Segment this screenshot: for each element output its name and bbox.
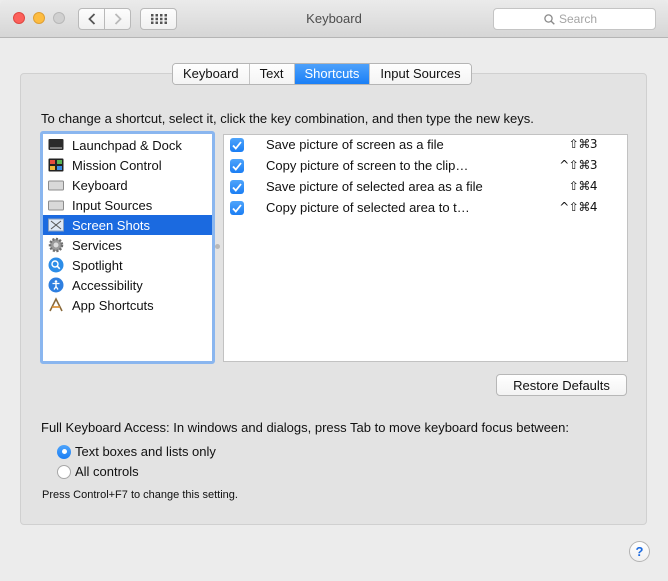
- split-view-divider[interactable]: [215, 244, 220, 249]
- shortcut-name: Save picture of screen as a file: [266, 137, 444, 152]
- mission-control-icon: [48, 157, 64, 173]
- category-label: App Shortcuts: [72, 297, 154, 313]
- help-button[interactable]: ?: [629, 541, 650, 562]
- shortcut-keys[interactable]: ^⇧⌘3: [559, 158, 597, 172]
- category-item-input-sources[interactable]: Input Sources: [43, 195, 212, 215]
- category-item-launchpad-dock[interactable]: Launchpad & Dock: [43, 135, 212, 155]
- shortcut-checkbox[interactable]: [230, 201, 244, 215]
- category-item-screen-shots[interactable]: Screen Shots: [43, 215, 212, 235]
- screen-shots-icon: [48, 217, 64, 233]
- gear-icon: [48, 237, 64, 253]
- search-input[interactable]: [559, 12, 605, 26]
- shortcut-keys[interactable]: ⇧⌘3: [569, 137, 598, 151]
- shortcut-list[interactable]: Save picture of screen as a file ⇧⌘3 Cop…: [223, 134, 628, 362]
- shortcut-name: Save picture of selected area as a file: [266, 179, 483, 194]
- search-icon: [544, 13, 555, 25]
- shortcut-name: Copy picture of selected area to t…: [266, 200, 470, 215]
- radio-all-controls[interactable]: All controls: [57, 464, 139, 479]
- checkmark-icon: [232, 182, 242, 192]
- shortcut-checkbox[interactable]: [230, 159, 244, 173]
- category-item-accessibility[interactable]: Accessibility: [43, 275, 212, 295]
- launchpad-icon: [48, 137, 64, 153]
- category-label: Accessibility: [72, 277, 143, 293]
- tab-bar: Keyboard Text Shortcuts Input Sources: [172, 63, 472, 85]
- shortcut-row[interactable]: Copy picture of selected area to t… ^⇧⌘4: [224, 198, 627, 219]
- instructions-text: To change a shortcut, select it, click t…: [41, 111, 534, 126]
- category-list[interactable]: Launchpad & Dock Mission Control Keyboar…: [40, 131, 215, 364]
- input-sources-icon: [48, 197, 64, 213]
- checkmark-icon: [232, 140, 242, 150]
- category-label: Launchpad & Dock: [72, 137, 182, 153]
- category-item-services[interactable]: Services: [43, 235, 212, 255]
- category-item-mission-control[interactable]: Mission Control: [43, 155, 212, 175]
- category-label: Mission Control: [72, 157, 162, 173]
- keyboard-preferences-window: Keyboard Keyboard Text Shortcuts Input S…: [0, 0, 668, 581]
- radio-label: Text boxes and lists only: [75, 444, 216, 459]
- tab-shortcuts[interactable]: Shortcuts: [294, 64, 371, 84]
- category-item-app-shortcuts[interactable]: App Shortcuts: [43, 295, 212, 315]
- radio-label: All controls: [75, 464, 139, 479]
- shortcut-keys[interactable]: ^⇧⌘4: [559, 200, 597, 214]
- shortcut-row[interactable]: Save picture of screen as a file ⇧⌘3: [224, 135, 627, 156]
- tab-input-sources[interactable]: Input Sources: [370, 64, 471, 84]
- checkmark-icon: [232, 203, 242, 213]
- keyboard-icon: [48, 177, 64, 193]
- search-field[interactable]: [493, 8, 656, 30]
- shortcut-checkbox[interactable]: [230, 138, 244, 152]
- spotlight-icon: [48, 257, 64, 273]
- category-label: Keyboard: [72, 177, 128, 193]
- restore-defaults-button[interactable]: Restore Defaults: [496, 374, 627, 396]
- category-label: Input Sources: [72, 197, 153, 213]
- shortcut-row[interactable]: Save picture of selected area as a file …: [224, 177, 627, 198]
- title-bar: Keyboard: [0, 0, 668, 38]
- full-keyboard-access-label: Full Keyboard Access: In windows and dia…: [41, 420, 569, 435]
- category-label: Services: [72, 237, 122, 253]
- shortcut-checkbox[interactable]: [230, 180, 244, 194]
- shortcut-keys[interactable]: ⇧⌘4: [569, 179, 598, 193]
- radio-button-selected[interactable]: [57, 444, 71, 459]
- category-item-keyboard[interactable]: Keyboard: [43, 175, 212, 195]
- radio-text-boxes-and-lists[interactable]: Text boxes and lists only: [57, 444, 216, 459]
- tab-text[interactable]: Text: [249, 64, 295, 84]
- category-label: Screen Shots: [72, 217, 151, 233]
- category-item-spotlight[interactable]: Spotlight: [43, 255, 212, 275]
- tab-keyboard[interactable]: Keyboard: [173, 64, 250, 84]
- radio-button[interactable]: [57, 464, 71, 479]
- app-shortcuts-icon: [48, 297, 64, 313]
- checkmark-icon: [232, 161, 242, 171]
- shortcut-name: Copy picture of screen to the clip…: [266, 158, 469, 173]
- keyboard-access-hint: Press Control+F7 to change this setting.: [42, 489, 238, 501]
- category-label: Spotlight: [72, 257, 123, 273]
- shortcut-row[interactable]: Copy picture of screen to the clip… ^⇧⌘3: [224, 156, 627, 177]
- accessibility-icon: [48, 277, 64, 293]
